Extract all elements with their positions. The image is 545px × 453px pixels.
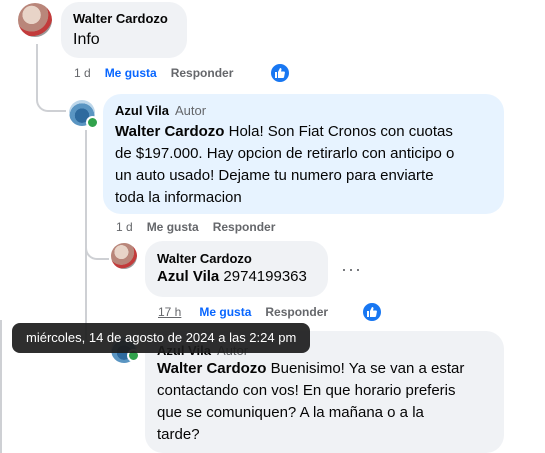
mention-link[interactable]: Walter Cardozo <box>115 123 224 140</box>
comment-time[interactable]: 17 h <box>158 305 181 319</box>
comment-text: Walter Cardozo Hola! Son Fiat Cronos con… <box>115 121 500 209</box>
reply-button[interactable]: Responder <box>265 305 328 319</box>
thread-line <box>36 44 66 112</box>
comment-bubble: Walter Cardozo Info <box>61 2 187 58</box>
like-reaction-icon[interactable] <box>361 301 383 323</box>
comment-line: que se comuniquen? A la mañana o a la <box>157 404 424 421</box>
thread-line <box>85 230 109 260</box>
reply-button[interactable]: Responder <box>213 220 276 234</box>
comment-line: contactando con vos! En que horario pref… <box>157 382 456 399</box>
thread-line <box>0 320 4 453</box>
comment-line: un auto usado! Dejame tu numero para env… <box>115 167 434 184</box>
comment-bubble: Azul Vila Autor Walter Cardozo Hola! Son … <box>103 94 504 214</box>
online-status-icon <box>86 116 99 129</box>
comment-author[interactable]: Walter Cardozo <box>73 11 168 26</box>
reply-button[interactable]: Responder <box>171 66 234 80</box>
comment-line: toda la informacion <box>115 189 242 206</box>
comment-author[interactable]: Walter Cardozo <box>157 251 252 266</box>
mention-link[interactable]: Azul Vila <box>157 268 219 285</box>
comment-actions: 17 h Me gusta Responder <box>158 305 342 319</box>
comment-text: Info <box>73 31 100 48</box>
comment-actions: 1 d Me gusta Responder <box>74 66 247 80</box>
author-badge: Autor <box>174 103 207 118</box>
comment-line: de $197.000. Hay opcion de retirarlo con… <box>115 145 455 162</box>
comment-text: Azul Vila 2974199363 <box>157 266 307 288</box>
comment-line: Buenisimo! Ya se van a estar <box>266 360 465 377</box>
timestamp-tooltip: miércoles, 14 de agosto de 2024 a las 2:… <box>12 323 311 353</box>
comment-actions: 1 d Me gusta Responder <box>116 220 289 234</box>
comment-line: tarde? <box>157 426 200 443</box>
more-options-icon[interactable]: ··· <box>341 259 362 280</box>
comment-line: 2974199363 <box>219 268 307 285</box>
comment-time[interactable]: 1 d <box>116 220 133 234</box>
like-button[interactable]: Me gusta <box>147 220 199 234</box>
comment-bubble: Walter Cardozo Azul Vila 2974199363 <box>145 241 328 297</box>
comment-text: Walter Cardozo Buenisimo! Ya se van a es… <box>157 358 497 446</box>
like-reaction-icon[interactable] <box>269 62 291 84</box>
comment-author[interactable]: Azul Vila <box>115 103 169 118</box>
comment-line: Hola! Son Fiat Cronos con cuotas <box>224 123 453 140</box>
avatar[interactable] <box>18 3 52 37</box>
avatar[interactable] <box>111 243 137 269</box>
comment-header: Azul Vila Autor <box>115 102 206 120</box>
like-button[interactable]: Me gusta <box>105 66 157 80</box>
comment-time[interactable]: 1 d <box>74 66 91 80</box>
like-button[interactable]: Me gusta <box>199 305 251 319</box>
mention-link[interactable]: Walter Cardozo <box>157 360 266 377</box>
